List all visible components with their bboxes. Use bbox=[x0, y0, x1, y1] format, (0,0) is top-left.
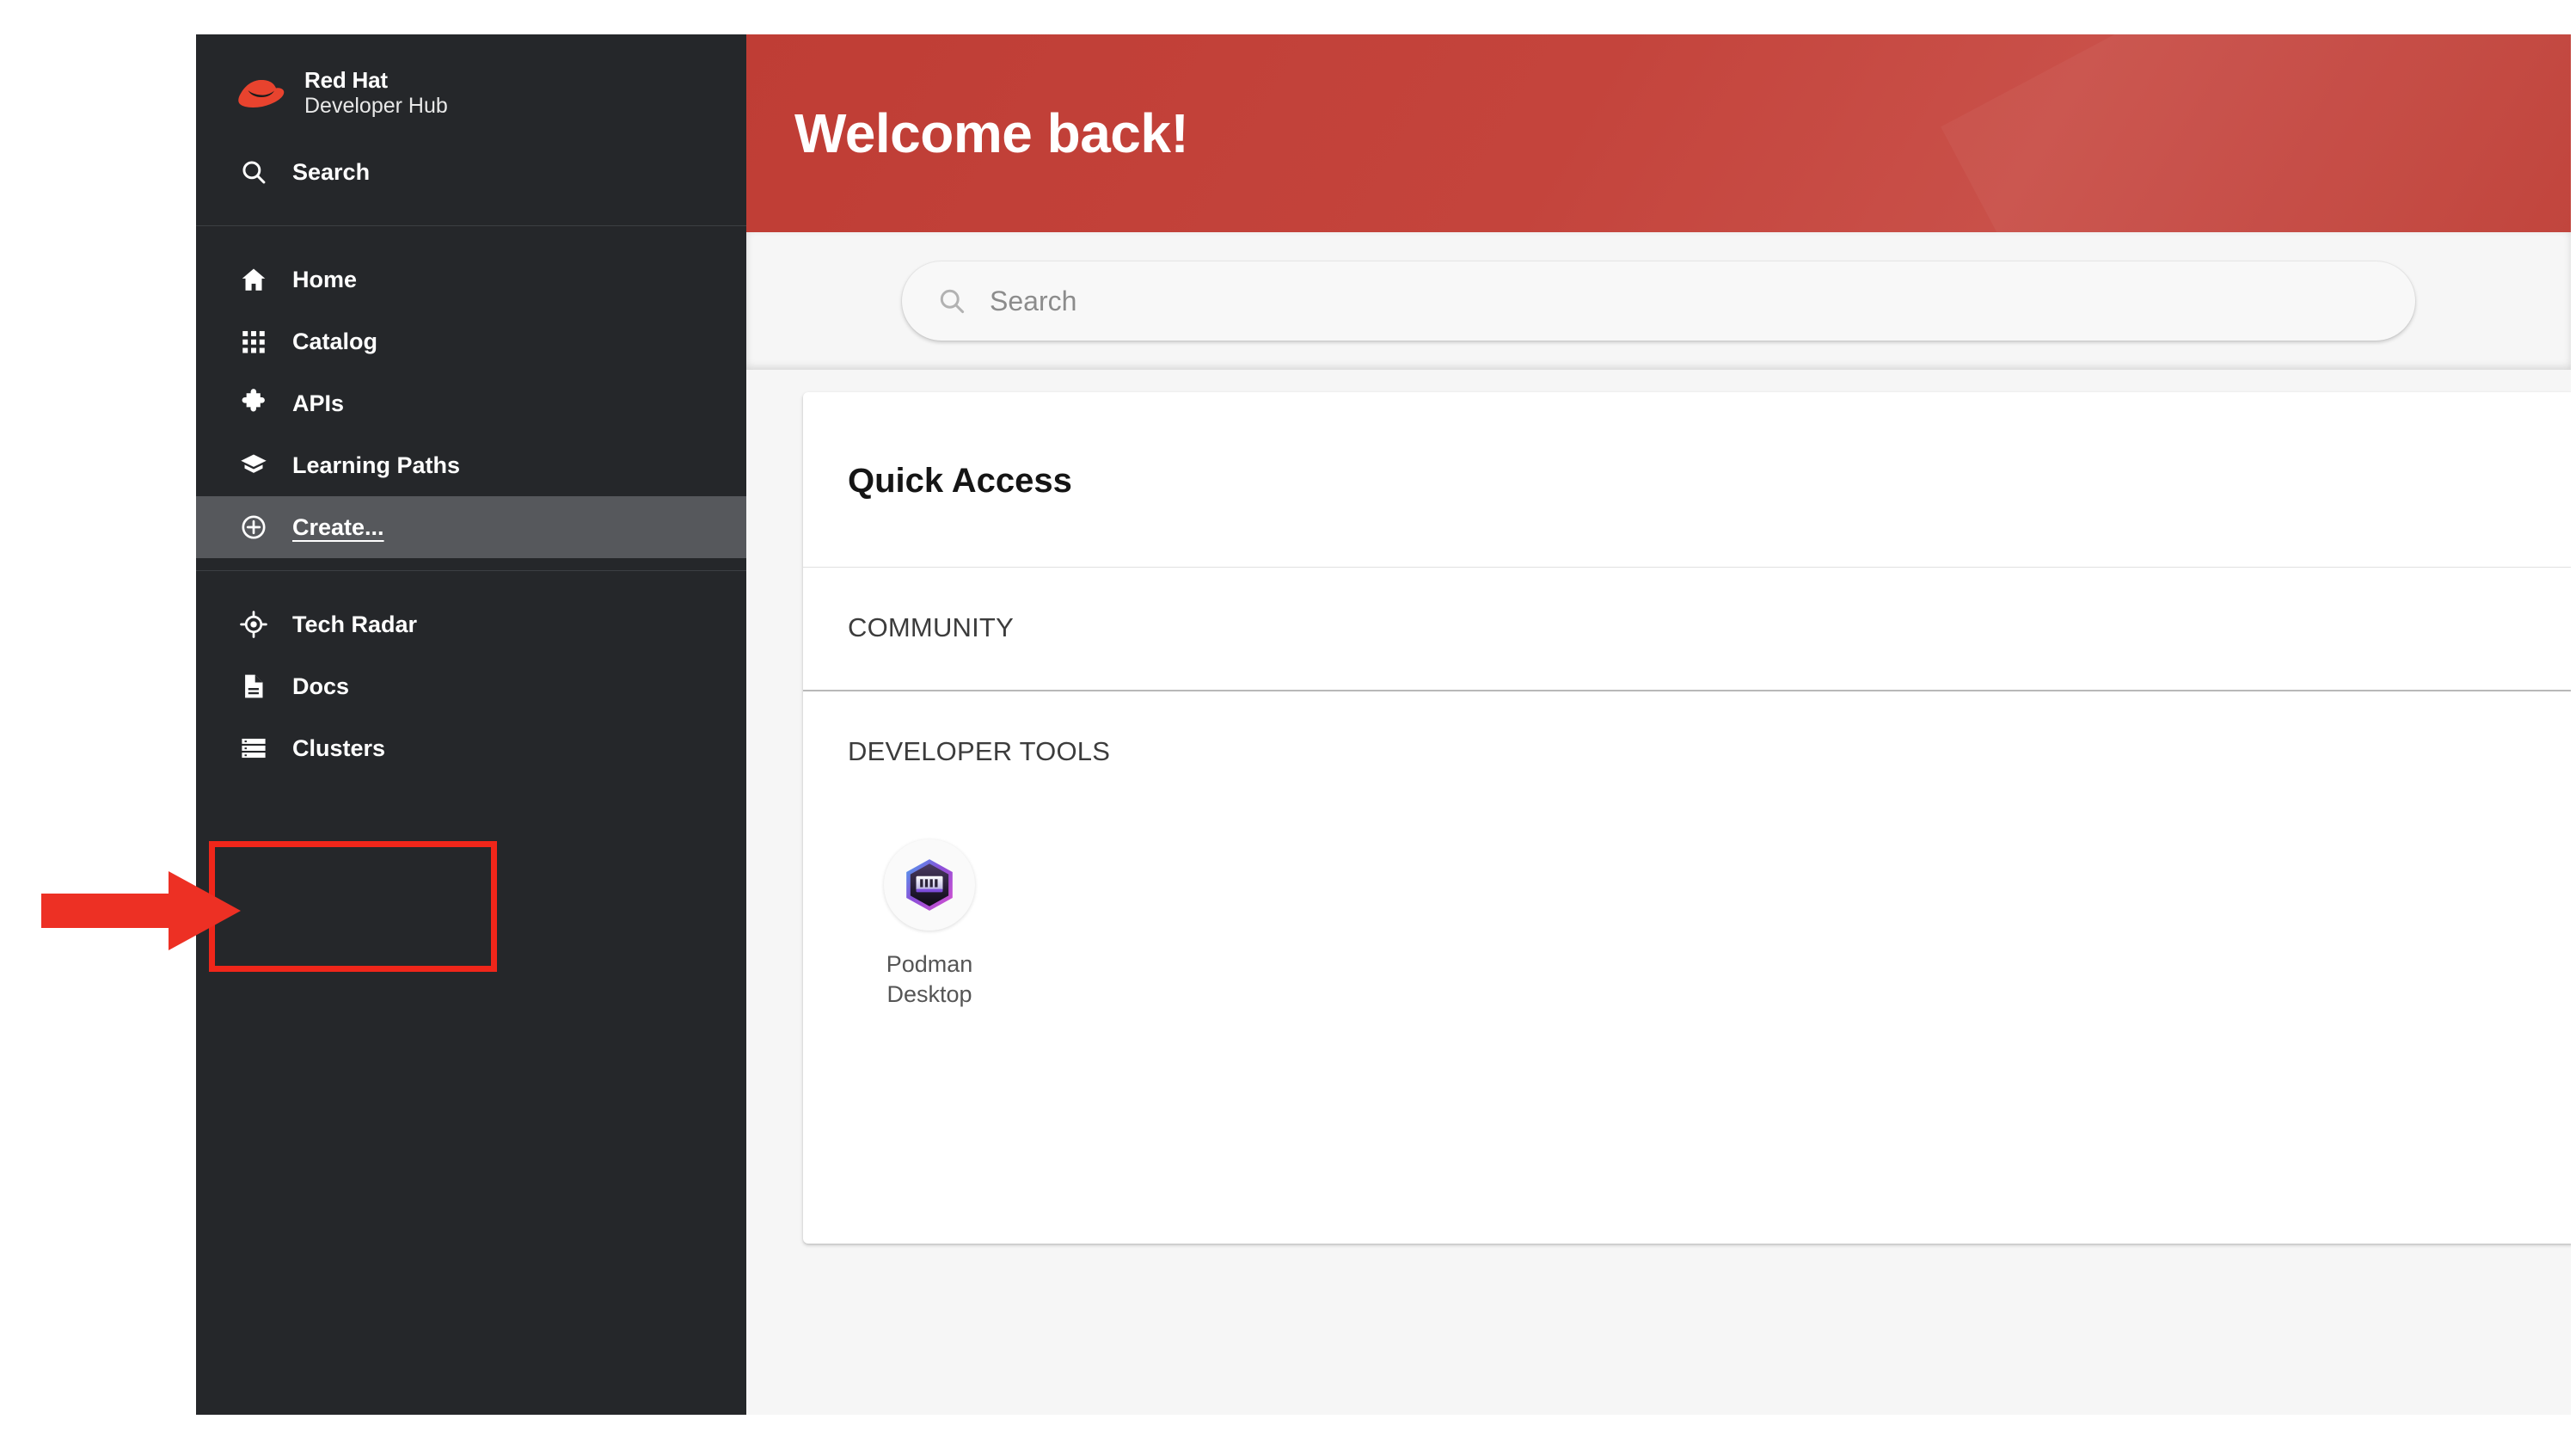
sidebar-item-docs-label: Docs bbox=[292, 673, 350, 699]
sidebar-item-search[interactable]: Search bbox=[196, 141, 746, 203]
quick-access-title: Quick Access bbox=[848, 462, 1072, 501]
radar-target-icon bbox=[239, 610, 268, 639]
search-input[interactable]: Search bbox=[902, 261, 2415, 341]
section-label-community: COMMUNITY bbox=[848, 612, 1014, 643]
quick-access-card: Quick Access COMMUNITY DEVELOPER TOOLS P… bbox=[803, 392, 2571, 1244]
welcome-banner: Welcome back! bbox=[746, 34, 2571, 232]
puzzle-piece-icon bbox=[239, 389, 268, 418]
search-icon bbox=[239, 157, 268, 187]
brand-title: Red Hat bbox=[304, 67, 388, 93]
sidebar-item-tech-radar-label: Tech Radar bbox=[292, 611, 418, 637]
section-label-developer-tools: DEVELOPER TOOLS bbox=[848, 736, 1111, 767]
sidebar-item-create-label: Create... bbox=[292, 513, 384, 540]
application-window: Red Hat Developer Hub Search Home Catalo… bbox=[196, 34, 2571, 1415]
search-bar-row: Search bbox=[746, 232, 2571, 370]
home-icon bbox=[239, 265, 268, 294]
sidebar-item-apis[interactable]: APIs bbox=[196, 372, 746, 434]
list-item-label-line2: Desktop bbox=[886, 980, 972, 1007]
grid-apps-icon bbox=[239, 327, 268, 356]
developer-tools-list: Podman Desktop bbox=[803, 814, 2571, 1060]
content-area: Quick Access COMMUNITY DEVELOPER TOOLS P… bbox=[746, 370, 2571, 1415]
list-item-label: Podman Desktop bbox=[886, 949, 973, 1009]
main-content: Welcome back! Search Quick Access COMMUN… bbox=[746, 34, 2571, 1415]
search-placeholder-text: Search bbox=[990, 285, 1077, 316]
sidebar-item-home-label: Home bbox=[292, 266, 358, 292]
sidebar-item-clusters-label: Clusters bbox=[292, 734, 386, 761]
list-item[interactable]: Podman Desktop bbox=[848, 839, 1011, 1009]
sidebar-group-secondary: Tech Radar Docs Clusters bbox=[196, 593, 746, 779]
graduation-cap-icon bbox=[239, 451, 268, 480]
sidebar-item-home[interactable]: Home bbox=[196, 249, 746, 310]
plus-circle-icon bbox=[239, 513, 268, 542]
brand-subtitle: Developer Hub bbox=[304, 93, 448, 118]
sidebar-item-learning-paths-label: Learning Paths bbox=[292, 452, 461, 478]
sidebar-item-clusters[interactable]: Clusters bbox=[196, 717, 746, 779]
sidebar-item-catalog[interactable]: Catalog bbox=[196, 310, 746, 372]
sidebar-item-create[interactable]: Create... bbox=[196, 496, 746, 559]
sidebar-navigation: Red Hat Developer Hub Search Home Catalo… bbox=[196, 34, 746, 1415]
server-stack-icon bbox=[239, 734, 268, 763]
sidebar-item-tech-radar[interactable]: Tech Radar bbox=[196, 593, 746, 655]
sidebar-item-catalog-label: Catalog bbox=[292, 328, 378, 354]
sidebar-group-primary: Home Catalog APIs Learning Paths Create.… bbox=[196, 249, 746, 559]
sidebar-item-docs[interactable]: Docs bbox=[196, 655, 746, 717]
sidebar-item-learning-paths[interactable]: Learning Paths bbox=[196, 434, 746, 496]
brand-logo-block[interactable]: Red Hat Developer Hub bbox=[196, 34, 746, 141]
podman-desktop-icon bbox=[884, 839, 975, 931]
list-item-label-line1: Podman bbox=[886, 951, 973, 978]
red-hat-fedora-logo-icon bbox=[236, 73, 291, 113]
page-title: Welcome back! bbox=[794, 102, 1189, 164]
document-icon bbox=[239, 672, 268, 701]
sidebar-item-apis-label: APIs bbox=[292, 390, 345, 416]
sidebar-item-search-label: Search bbox=[292, 158, 371, 185]
search-icon bbox=[936, 286, 967, 316]
